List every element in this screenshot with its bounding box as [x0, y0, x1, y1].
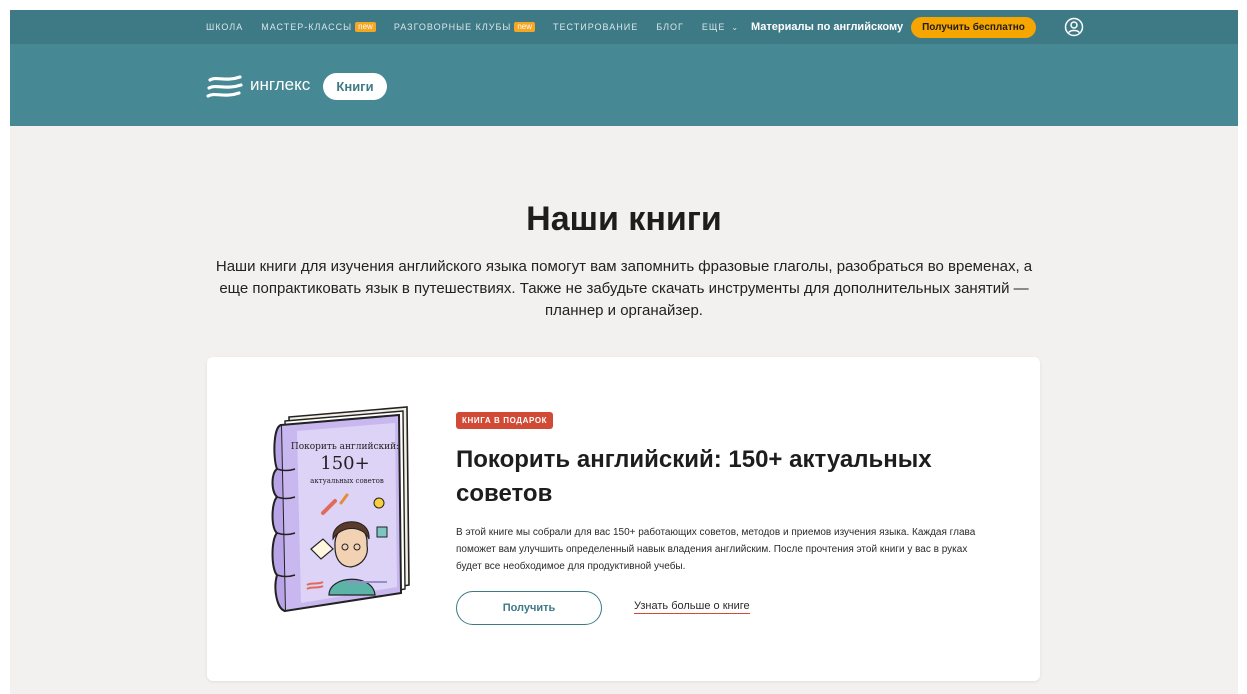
new-badge: new — [355, 22, 376, 32]
gift-book-badge: КНИГА В ПОДАРОК — [456, 412, 554, 429]
nav-item-label: ТЕСТИРОВАНИЕ — [553, 22, 639, 32]
nav-item-masterclasses[interactable]: МАСТЕР-КЛАССЫ new — [261, 22, 376, 32]
brand-header: инглекс Книги — [10, 44, 1238, 126]
inglex-logo-icon[interactable] — [206, 74, 244, 102]
book-card: Покорить английский: 150+ актуальных сов… — [207, 357, 1040, 681]
chevron-down-icon: ⌄ — [731, 22, 740, 32]
nav-item-label: ШКОЛА — [206, 22, 244, 32]
nav-item-label: ЕЩЕ — [701, 22, 726, 32]
learn-more-link[interactable]: Узнать больше о книге — [634, 600, 750, 614]
cover-line-3: актуальных советов — [310, 477, 384, 485]
nav-item-label: МАСТЕР-КЛАССЫ — [261, 22, 353, 32]
books-section-pill[interactable]: Книги — [323, 73, 387, 100]
book-title: Покорить английский: 150+ актуальных сов… — [456, 446, 932, 507]
materials-link[interactable]: Материалы по английскому — [751, 10, 903, 44]
nav-item-speaking-clubs[interactable]: РАЗГОВОРНЫЕ КЛУБЫ new — [393, 22, 536, 32]
nav-item-blog[interactable]: БЛОГ — [656, 22, 684, 32]
page-subtitle: Наши книги для изучения английского язык… — [215, 258, 1033, 319]
new-badge: new — [514, 22, 536, 32]
main-nav: ШКОЛА МАСТЕР-КЛАССЫ new РАЗГОВОРНЫЕ КЛУБ… — [206, 10, 739, 44]
nav-item-more[interactable]: ЕЩЕ ⌄ — [702, 22, 739, 32]
get-book-button[interactable]: Получить — [456, 591, 602, 625]
nav-item-testing[interactable]: ТЕСТИРОВАНИЕ — [553, 22, 638, 32]
nav-item-label: РАЗГОВОРНЫЕ КЛУБЫ — [393, 22, 512, 32]
page: ШКОЛА МАСТЕР-КЛАССЫ new РАЗГОВОРНЫЕ КЛУБ… — [10, 10, 1238, 694]
nav-item-school[interactable]: ШКОЛА — [206, 22, 243, 32]
logo-text[interactable]: инглекс — [250, 74, 310, 96]
cover-line-2: 150+ — [320, 453, 369, 474]
top-navigation-bar: ШКОЛА МАСТЕР-КЛАССЫ new РАЗГОВОРНЫЕ КЛУБ… — [10, 10, 1238, 44]
user-circle-icon[interactable] — [1064, 17, 1084, 37]
book-cover-illustration: Покорить английский: 150+ актуальных сов… — [271, 406, 410, 613]
cover-line-1: Покорить английский: — [291, 442, 399, 452]
get-free-button[interactable]: Получить бесплатно — [911, 17, 1036, 38]
book-description: В этой книге мы собрали для вас 150+ раб… — [456, 527, 976, 572]
nav-item-label: БЛОГ — [656, 22, 684, 32]
page-title: Наши книги — [526, 200, 722, 238]
